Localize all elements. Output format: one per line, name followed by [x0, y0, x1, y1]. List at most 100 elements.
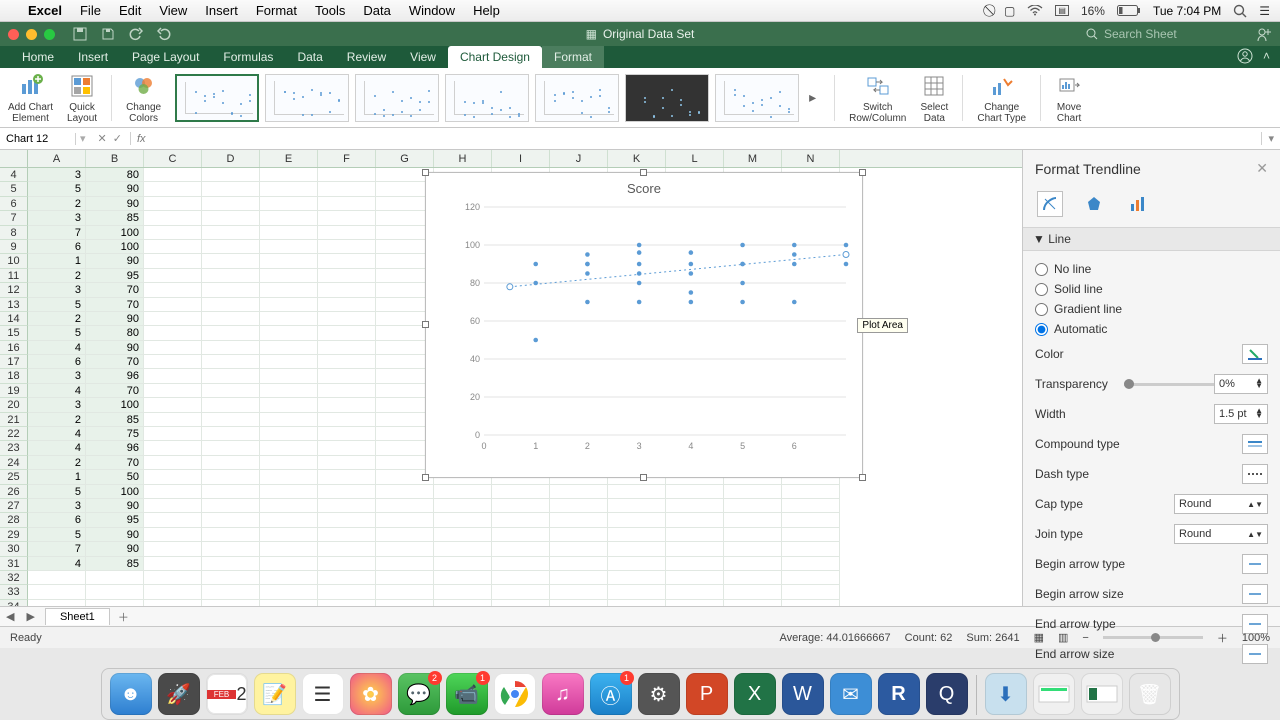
section-header-line[interactable]: ▼ Line: [1023, 227, 1280, 251]
qat-redo-icon[interactable]: [157, 27, 171, 41]
cell[interactable]: [144, 413, 202, 427]
cell[interactable]: [318, 283, 376, 297]
cell[interactable]: 95: [86, 269, 144, 283]
cell[interactable]: [144, 269, 202, 283]
row-header[interactable]: 30: [0, 542, 28, 556]
cell[interactable]: [724, 557, 782, 571]
chart-style-6[interactable]: [625, 74, 709, 122]
cell[interactable]: [202, 571, 260, 585]
cell[interactable]: [144, 571, 202, 585]
cell[interactable]: [260, 513, 318, 527]
cell[interactable]: [144, 355, 202, 369]
column-header[interactable]: D: [202, 150, 260, 167]
cell[interactable]: [202, 211, 260, 225]
cell[interactable]: 5: [28, 528, 86, 542]
cell[interactable]: 1: [28, 254, 86, 268]
cell[interactable]: [144, 470, 202, 484]
menu-data[interactable]: Data: [363, 3, 390, 18]
add-sheet-icon[interactable]: ＋: [110, 609, 137, 625]
row-header[interactable]: 18: [0, 369, 28, 383]
menu-tools[interactable]: Tools: [315, 3, 345, 18]
cell[interactable]: [202, 226, 260, 240]
zoom-level[interactable]: 100%: [1242, 632, 1270, 644]
move-chart-button[interactable]: Move Chart: [1055, 72, 1083, 124]
cell[interactable]: [144, 326, 202, 340]
cell[interactable]: [550, 557, 608, 571]
menu-edit[interactable]: Edit: [119, 3, 141, 18]
cell[interactable]: [550, 499, 608, 513]
cell[interactable]: [782, 499, 840, 513]
cell[interactable]: [550, 542, 608, 556]
cell[interactable]: 4: [28, 341, 86, 355]
cell[interactable]: 70: [86, 283, 144, 297]
panel-tab-trendline-options[interactable]: [1125, 191, 1151, 217]
cell[interactable]: [666, 542, 724, 556]
cell[interactable]: [260, 413, 318, 427]
cell[interactable]: [202, 542, 260, 556]
tab-page-layout[interactable]: Page Layout: [120, 46, 211, 68]
transparency-value[interactable]: 0%▲▼: [1214, 374, 1268, 394]
tab-chart-design[interactable]: Chart Design: [448, 46, 542, 68]
cell[interactable]: [202, 326, 260, 340]
radio-gradient-line[interactable]: Gradient line: [1035, 299, 1268, 319]
cell[interactable]: [202, 384, 260, 398]
cell[interactable]: [260, 240, 318, 254]
search-icon[interactable]: [1086, 28, 1098, 40]
wifi-icon[interactable]: [1027, 5, 1043, 16]
style-gallery-more-icon[interactable]: ▸: [805, 89, 820, 106]
cell[interactable]: 5: [28, 182, 86, 196]
column-header[interactable]: N: [782, 150, 840, 167]
formula-expand-icon[interactable]: ▾: [1261, 132, 1280, 145]
cell[interactable]: [318, 211, 376, 225]
cell[interactable]: [318, 312, 376, 326]
cell[interactable]: [86, 585, 144, 599]
cell[interactable]: [782, 513, 840, 527]
cell[interactable]: [434, 542, 492, 556]
cancel-formula-icon[interactable]: ✕: [98, 132, 107, 145]
tab-insert[interactable]: Insert: [66, 46, 120, 68]
cell[interactable]: [144, 254, 202, 268]
cell[interactable]: [492, 528, 550, 542]
cell[interactable]: [318, 456, 376, 470]
dock-itunes[interactable]: ♫: [542, 673, 584, 715]
cell[interactable]: 100: [86, 485, 144, 499]
zoom-slider[interactable]: [1103, 636, 1203, 639]
cell[interactable]: [318, 197, 376, 211]
cell[interactable]: [144, 312, 202, 326]
cell[interactable]: [202, 513, 260, 527]
cell[interactable]: [724, 542, 782, 556]
radio-no-line[interactable]: No line: [1035, 259, 1268, 279]
cell[interactable]: [434, 585, 492, 599]
cell[interactable]: [260, 168, 318, 182]
row-header[interactable]: 28: [0, 513, 28, 527]
cell[interactable]: [608, 499, 666, 513]
chart-style-3[interactable]: [355, 74, 439, 122]
cell[interactable]: 3: [28, 211, 86, 225]
column-header[interactable]: E: [260, 150, 318, 167]
cell[interactable]: [318, 571, 376, 585]
cell[interactable]: [492, 513, 550, 527]
dock-stack-1[interactable]: [1033, 673, 1075, 715]
cell[interactable]: [202, 456, 260, 470]
cell[interactable]: [318, 427, 376, 441]
cell[interactable]: [260, 398, 318, 412]
cell[interactable]: [318, 557, 376, 571]
chart-style-1[interactable]: [175, 74, 259, 122]
cell[interactable]: [550, 600, 608, 606]
cell[interactable]: [724, 571, 782, 585]
cell[interactable]: [144, 341, 202, 355]
cell[interactable]: [260, 528, 318, 542]
chart-title[interactable]: Score: [426, 173, 862, 196]
dock-preferences[interactable]: ⚙: [638, 673, 680, 715]
tab-review[interactable]: Review: [335, 46, 398, 68]
cell[interactable]: [202, 168, 260, 182]
menu-window[interactable]: Window: [409, 3, 455, 18]
cell[interactable]: [202, 369, 260, 383]
tab-home[interactable]: Home: [10, 46, 66, 68]
cell[interactable]: 5: [28, 485, 86, 499]
cell[interactable]: [202, 298, 260, 312]
airplay-icon[interactable]: ▢: [1004, 4, 1015, 18]
dock-messages[interactable]: 💬: [398, 673, 440, 715]
cell[interactable]: [260, 298, 318, 312]
cell[interactable]: [608, 528, 666, 542]
